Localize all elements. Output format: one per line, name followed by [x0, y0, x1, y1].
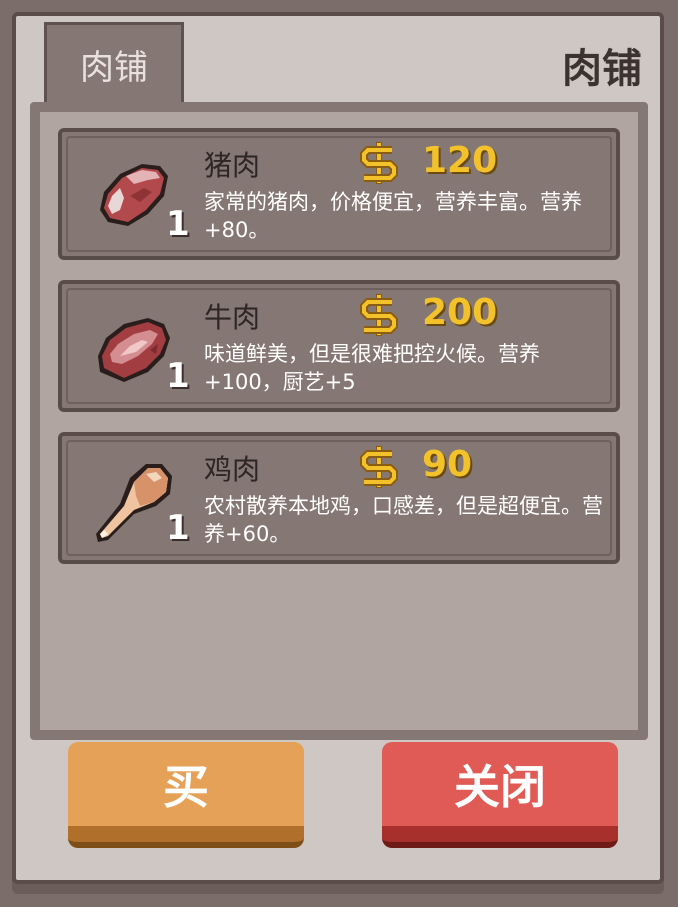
item-price: 200 — [422, 292, 498, 333]
item-name: 牛肉 — [204, 301, 261, 334]
item-quantity: 1 — [166, 356, 190, 396]
coin-icon — [360, 294, 398, 336]
item-price: 120 — [422, 140, 498, 181]
coin-icon — [360, 446, 398, 488]
buy-button[interactable]: 买 — [68, 742, 304, 848]
item-description: 农村散养本地鸡，口感差，但是超便宜。营养+60。 — [204, 494, 603, 546]
item-name: 鸡肉 — [204, 453, 261, 486]
coin-icon — [360, 142, 398, 184]
close-button-label: 关闭 — [454, 760, 546, 814]
item-price: 90 — [422, 444, 473, 485]
item-description: 家常的猪肉，价格便宜，营养丰富。营养+80。 — [204, 190, 582, 242]
item-quantity: 1 — [166, 204, 190, 244]
shop-item-pork[interactable]: 1 猪肉 120 家常的猪肉，价格便宜，营养丰富。营养+80。 — [58, 128, 620, 260]
item-description: 味道鲜美，但是很难把控火候。营养+100，厨艺+5 — [204, 342, 540, 394]
shop-title: 肉铺 — [562, 46, 642, 92]
close-button[interactable]: 关闭 — [382, 742, 618, 848]
tab-butcher[interactable]: 肉铺 — [44, 22, 184, 104]
item-quantity: 1 — [166, 508, 190, 548]
tab-label: 肉铺 — [80, 48, 148, 88]
shop-item-beef[interactable]: 1 牛肉 200 味道鲜美，但是很难把控火候。营养+100，厨艺+5 — [58, 280, 620, 412]
item-name: 猪肉 — [204, 149, 261, 182]
shop-item-chicken[interactable]: 1 鸡肉 90 农村散养本地鸡，口感差，但是超便宜。营养+60。 — [58, 432, 620, 564]
buy-button-label: 买 — [163, 760, 209, 814]
